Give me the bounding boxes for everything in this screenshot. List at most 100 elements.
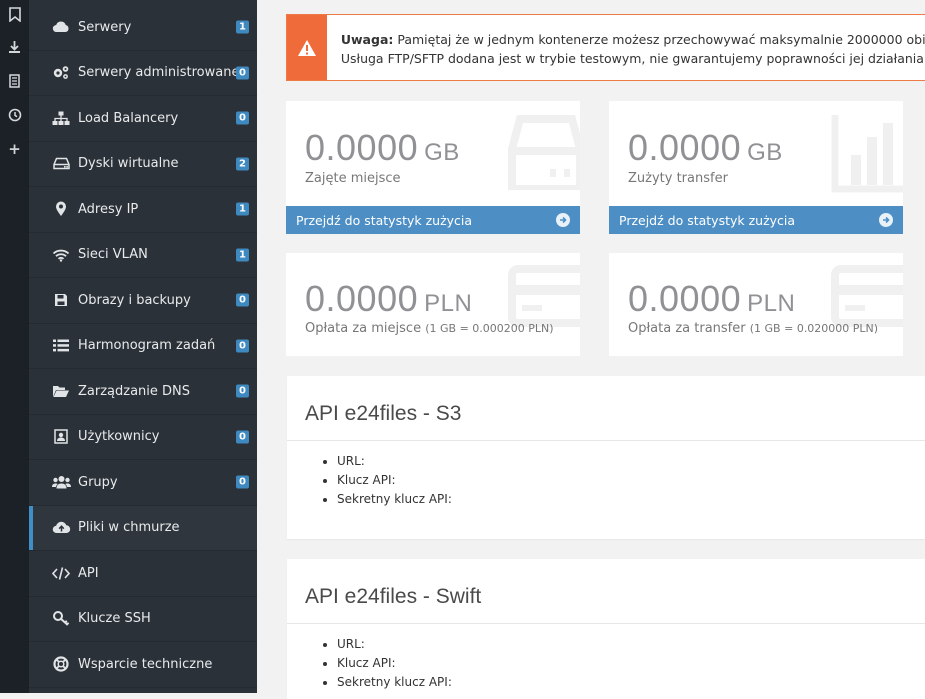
download-icon[interactable] <box>0 36 29 58</box>
sidebar-item-code[interactable]: API <box>29 551 257 597</box>
user-card-icon <box>51 429 71 445</box>
used-space-label: Zajęte miejsce <box>305 171 401 186</box>
api-swift-panel: API e24files - Swift URL: Klucz API: Sek… <box>287 559 925 699</box>
space-fee-value: 0.0000 <box>305 278 419 319</box>
wifi-icon <box>51 247 71 263</box>
used-space-value: 0.0000 <box>305 127 419 168</box>
sidebar-item-users[interactable]: Grupy 0 <box>29 460 257 506</box>
cloud-icon <box>51 19 71 35</box>
map-marker-icon <box>51 201 71 217</box>
sidebar-item-wifi[interactable]: Sieci VLAN 1 <box>29 233 257 278</box>
sidebar-item-label: Pliki w chmurze <box>78 520 180 536</box>
api-s3-key: Klucz API: <box>337 471 452 490</box>
sidebar-item-label: Zarządzanie DNS <box>78 383 191 399</box>
sidebar-item-label: Grupy <box>78 474 118 490</box>
sidebar-item-label: Serwery <box>78 19 132 35</box>
api-s3-list: URL: Klucz API: Sekretny klucz API: <box>319 452 452 509</box>
folder-open-icon <box>51 383 71 399</box>
sidebar-item-label: Dyski wirtualne <box>78 156 179 172</box>
floppy-icon <box>51 292 71 308</box>
sidebar-item-map-marker[interactable]: Adresy IP 1 <box>29 187 257 233</box>
count-badge: 1 <box>236 202 249 216</box>
count-badge: 2 <box>236 157 249 171</box>
sidebar-item-label: Użytkownicy <box>78 429 160 445</box>
transfer-fee-detail: (1 GB = 0.020000 PLN) <box>749 322 879 335</box>
cloud-upload-icon <box>51 520 71 536</box>
api-swift-title: API e24files - Swift <box>305 585 482 608</box>
api-swift-secret: Sekretny klucz API: <box>337 673 452 692</box>
alert-text: Uwaga: Pamiętaj że w jednym kontenerze m… <box>327 15 925 80</box>
sidebar-item-cloud[interactable]: Serwery 1 <box>29 5 257 51</box>
api-swift-list: URL: Klucz API: Sekretny klucz API: <box>319 635 452 692</box>
credit-card-icon <box>831 265 903 327</box>
space-fee-detail: (1 GB = 0.000200 PLN) <box>425 322 554 335</box>
used-space-unit: GB <box>424 139 460 166</box>
count-badge: 0 <box>236 66 249 80</box>
sidebar-item-life-ring[interactable]: Wsparcie techniczne <box>29 642 257 688</box>
alert-line-1: Pamiętaj że w jednym kontenerze możesz p… <box>397 32 925 47</box>
used-transfer-label: Zużyty transfer <box>628 171 728 186</box>
used-transfer-card: 0.0000 GB Zużyty transfer Przejdź do stat… <box>609 101 903 234</box>
code-icon <box>51 565 71 581</box>
sidebar-item-label: Adresy IP <box>78 201 139 217</box>
transfer-fee-label: Opłata za transfer <box>628 321 746 336</box>
users-icon <box>51 474 71 490</box>
count-badge: 0 <box>236 475 249 489</box>
count-badge: 1 <box>236 248 249 262</box>
used-transfer-link-text: Przejdź do statystyk zużycia <box>619 212 796 228</box>
list-icon <box>51 338 71 354</box>
arrow-right-icon <box>879 213 893 227</box>
main-content: Uwaga: Pamiętaj że w jednym kontenerze m… <box>257 0 925 699</box>
count-badge: 0 <box>236 339 249 353</box>
sidebar-item-sitemap[interactable]: Load Balancery 0 <box>29 96 257 142</box>
api-s3-panel: API e24files - S3 URL: Klucz API: Sekret… <box>287 376 925 539</box>
count-badge: 0 <box>236 430 249 444</box>
sidebar-item-label: API <box>78 565 99 581</box>
api-s3-url: URL: <box>337 452 452 471</box>
used-space-stats-link[interactable]: Przejdź do statystyk zużycia <box>286 206 580 234</box>
bookmark-icon[interactable] <box>0 3 29 25</box>
alert-line-2: Usługa FTP/SFTP dodana jest w trybie tes… <box>340 51 925 66</box>
hard-drive-icon <box>51 156 71 172</box>
used-transfer-unit: GB <box>747 139 783 166</box>
count-badge: 1 <box>236 20 249 34</box>
history-icon[interactable] <box>0 104 29 126</box>
used-space-link-text: Przejdź do statystyk zużycia <box>296 212 473 228</box>
life-ring-icon <box>51 656 71 672</box>
api-swift-key: Klucz API: <box>337 654 452 673</box>
space-fee-label: Opłata za miejsce <box>305 321 422 336</box>
divider <box>287 440 925 441</box>
space-fee-unit: PLN <box>424 290 473 317</box>
space-fee-card: 0.0000 PLN Opłata za miejsce (1 GB = 0.00… <box>286 253 580 356</box>
sidebar-menu: Serwery 1 Serwery administrowane 0 Load Bala… <box>29 5 257 688</box>
sidebar-item-folder-open[interactable]: Zarządzanie DNS 0 <box>29 369 257 415</box>
sidebar-item-floppy[interactable]: Obrazy i backupy 0 <box>29 278 257 324</box>
api-s3-title: API e24files - S3 <box>305 402 462 425</box>
sidebar-item-hard-drive[interactable]: Dyski wirtualne 2 <box>29 142 257 187</box>
sidebar-item-key[interactable]: Klucze SSH <box>29 597 257 642</box>
gears-icon <box>51 65 71 81</box>
sidebar-item-label: Klucze SSH <box>78 611 151 627</box>
used-transfer-stats-link[interactable]: Przejdź do statystyk zużycia <box>609 206 903 234</box>
sidebar-item-label: Serwery administrowane <box>78 65 240 81</box>
sidebar-item-user-card[interactable]: Użytkownicy 0 <box>29 415 257 460</box>
sidebar-item-gears[interactable]: Serwery administrowane 0 <box>29 51 257 96</box>
arrow-right-icon <box>556 213 570 227</box>
transfer-fee-unit: PLN <box>747 290 796 317</box>
sidebar-item-cloud-upload[interactable]: Pliki w chmurze <box>29 505 257 551</box>
sidebar-item-label: Wsparcie techniczne <box>78 656 213 672</box>
sidebar-item-label: Sieci VLAN <box>78 247 148 263</box>
divider <box>287 623 925 624</box>
icon-toolbar: + <box>0 0 29 693</box>
count-badge: 0 <box>236 111 249 125</box>
warning-icon <box>287 15 327 80</box>
sidebar: Serwery 1 Serwery administrowane 0 Load Bala… <box>29 0 257 693</box>
transfer-fee-card: 0.0000 PLN Opłata za transfer (1 GB = 0.0… <box>609 253 903 356</box>
count-badge: 0 <box>236 384 249 398</box>
transfer-fee-value: 0.0000 <box>628 278 742 319</box>
alert-title: Uwaga: <box>340 32 394 47</box>
sidebar-item-list[interactable]: Harmonogram zadań 0 <box>29 324 257 369</box>
plus-icon[interactable]: + <box>0 138 29 160</box>
api-s3-secret: Sekretny klucz API: <box>337 490 452 509</box>
document-icon[interactable] <box>0 70 29 92</box>
